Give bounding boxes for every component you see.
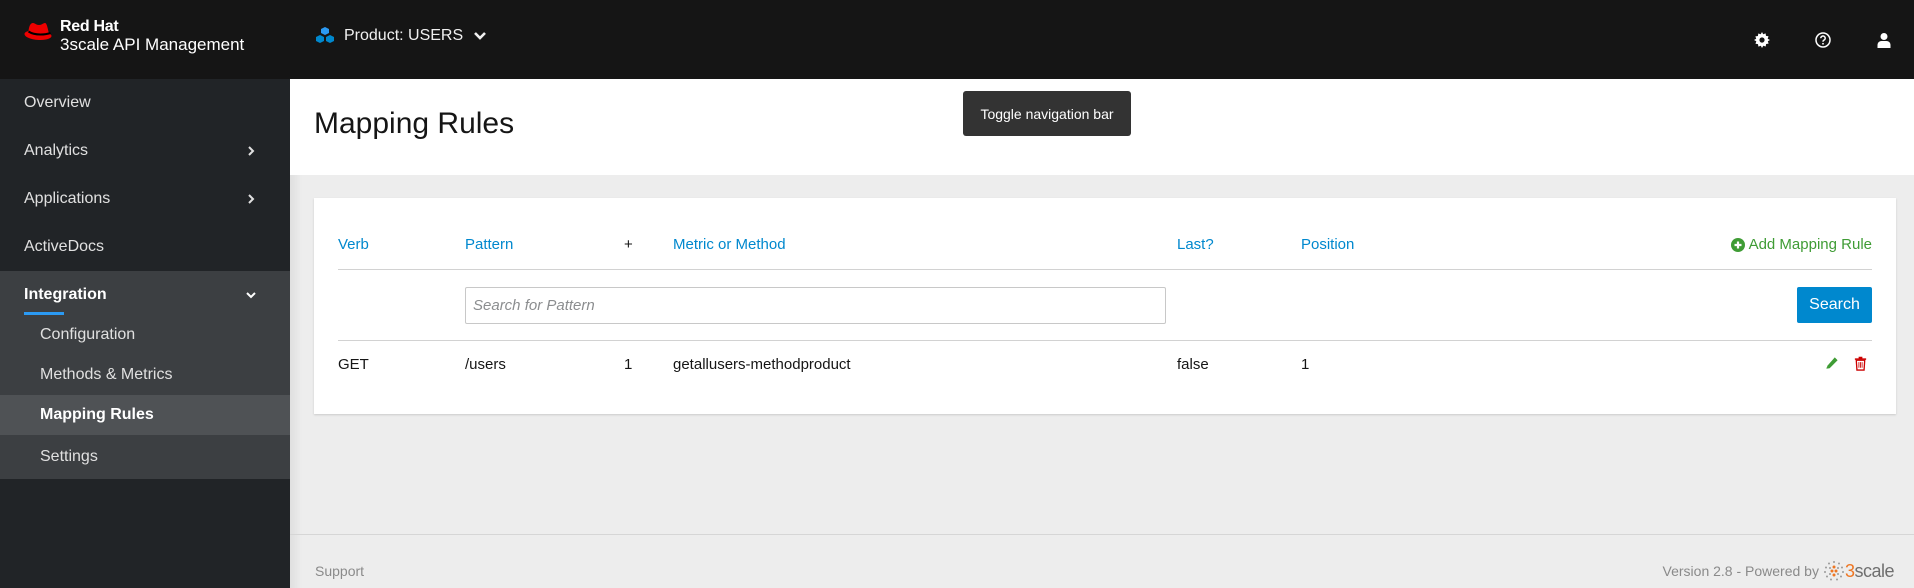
brand-logo[interactable]: Red Hat 3scale API Management (24, 18, 244, 54)
mapping-rules-card: Verb Pattern + Metric or Method Last? Po… (314, 198, 1896, 414)
3scale-dots-icon (1823, 561, 1844, 581)
sidebar-subitem-label: Configuration (40, 326, 136, 343)
sidebar-item-label: Analytics (24, 142, 89, 159)
column-header-last[interactable]: Last? (1177, 236, 1214, 253)
sidebar-group-integration: Integration Configuration Methods & Metr… (0, 271, 290, 479)
support-link[interactable]: Support (315, 563, 364, 579)
gear-icon (1753, 31, 1770, 48)
cubes-icon (316, 27, 334, 43)
red-hat-icon (24, 23, 52, 40)
sidebar-subitem-label: Methods & Metrics (40, 366, 173, 383)
user-icon (1877, 32, 1890, 48)
chevron-right-icon (248, 146, 255, 156)
sidebar-item-label: ActiveDocs (24, 238, 105, 255)
masthead: Red Hat 3scale API Management Product: U… (0, 0, 1914, 79)
page-title: Mapping Rules (314, 107, 515, 140)
search-row: Search (338, 271, 1872, 341)
settings-button[interactable] (1731, 0, 1792, 79)
sidebar-subitem-configuration[interactable]: Configuration (0, 315, 290, 355)
column-header-position[interactable]: Position (1301, 236, 1354, 253)
column-header-plus: + (624, 236, 633, 253)
3scale-logo[interactable]: 3scale (1823, 560, 1894, 582)
sidebar-subitem-methods-metrics[interactable]: Methods & Metrics (0, 355, 290, 395)
cell-pattern: /users (465, 356, 506, 373)
add-mapping-rule-label: Add Mapping Rule (1748, 236, 1872, 253)
sidebar-item-integration[interactable]: Integration (0, 275, 290, 315)
table-header: Verb Pattern + Metric or Method Last? Po… (338, 236, 1872, 270)
sidebar-item-activedocs[interactable]: ActiveDocs (0, 223, 290, 271)
user-menu-button[interactable] (1853, 0, 1914, 79)
chevron-down-icon (474, 32, 487, 40)
cell-metric: getallusers-methodproduct (673, 356, 851, 373)
chevron-down-icon (246, 292, 256, 299)
footer-divider (290, 534, 1914, 535)
sidebar-item-label: Applications (24, 190, 111, 207)
product-selector-label: Product: USERS (344, 27, 464, 44)
sidebar-subitem-label: Mapping Rules (40, 406, 154, 423)
sidebar-item-overview[interactable]: Overview (0, 79, 290, 127)
active-indicator (24, 312, 64, 315)
search-pattern-input[interactable] (465, 287, 1166, 324)
table-row: GET /users 1 getallusers-methodproduct f… (338, 342, 1872, 390)
cell-verb: GET (338, 356, 369, 373)
product-selector[interactable]: Product: USERS (314, 26, 487, 46)
column-header-verb[interactable]: Verb (338, 236, 369, 253)
brand-name: Red Hat (60, 18, 119, 35)
add-mapping-rule-link[interactable]: Add Mapping Rule (1730, 236, 1872, 253)
sidebar-subitem-mapping-rules[interactable]: Mapping Rules (0, 395, 290, 435)
tooltip: Toggle navigation bar (963, 91, 1131, 136)
help-icon (1814, 31, 1831, 48)
delete-trash-icon[interactable] (1853, 356, 1868, 371)
help-button[interactable] (1792, 0, 1853, 79)
cell-last: false (1177, 356, 1209, 373)
sidebar-subitem-label: Settings (40, 448, 98, 465)
sidebar-item-analytics[interactable]: Analytics (0, 127, 290, 175)
product-name: 3scale API Management (60, 35, 245, 54)
3scale-wordmark: 3scale (1845, 560, 1895, 582)
sidebar-group-label: Integration (24, 286, 107, 303)
cell-position: 1 (1301, 356, 1310, 373)
footer-version: Version 2.8 - Powered by 3scale (1663, 560, 1894, 582)
logo-rest: scale (1854, 560, 1894, 581)
cell-delta: 1 (624, 356, 633, 373)
column-header-pattern[interactable]: Pattern (465, 236, 513, 253)
sidebar-item-applications[interactable]: Applications (0, 175, 290, 223)
edit-pencil-icon[interactable] (1824, 356, 1839, 371)
column-header-metric[interactable]: Metric or Method (673, 236, 786, 253)
search-button[interactable]: Search (1797, 287, 1872, 323)
sidebar-nav: Overview Analytics Applications ActiveDo… (0, 79, 290, 588)
sidebar-subitem-settings[interactable]: Settings (0, 435, 290, 479)
sidebar-item-label: Overview (24, 94, 91, 111)
chevron-right-icon (248, 194, 255, 204)
sidebar-shadow (290, 175, 302, 588)
version-text: Version 2.8 - Powered by (1662, 563, 1819, 579)
plus-circle-icon (1730, 237, 1745, 252)
